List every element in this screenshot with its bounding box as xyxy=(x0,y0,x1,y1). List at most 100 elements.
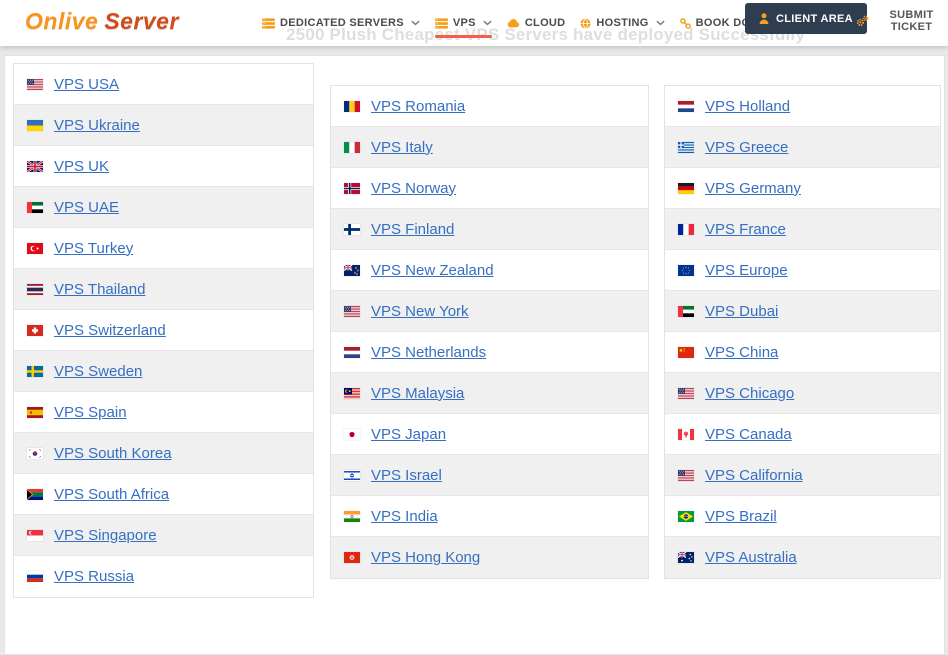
flag-switzerland-icon xyxy=(27,324,43,336)
flag-spain-icon xyxy=(27,406,43,418)
flag-germany-icon xyxy=(678,182,694,194)
vps-row: VPS New York xyxy=(331,291,648,332)
vps-link[interactable]: VPS Switzerland xyxy=(54,322,166,339)
logo-text-2: Server xyxy=(104,8,179,34)
flag-netherlands-icon xyxy=(678,100,694,112)
nav-item-vps[interactable]: VPS xyxy=(434,13,492,38)
client-area-label: CLIENT AREA xyxy=(776,12,853,25)
server-icon xyxy=(434,17,448,29)
vps-link[interactable]: VPS France xyxy=(705,221,786,238)
vps-row: VPS Italy xyxy=(331,127,648,168)
vps-link[interactable]: VPS Brazil xyxy=(705,508,777,525)
nav-item-dedicated-servers[interactable]: DEDICATED SERVERS xyxy=(262,13,420,33)
client-area-button[interactable]: CLIENT AREA xyxy=(745,3,867,34)
vps-link[interactable]: VPS UK xyxy=(54,158,109,175)
vps-column-1: VPS USA VPS Ukraine VPS UK VPS UAE VPS T… xyxy=(13,63,314,598)
flag-usa-icon xyxy=(344,305,360,317)
vps-row: VPS Germany xyxy=(665,168,940,209)
vps-row: VPS Japan xyxy=(331,414,648,455)
link-icon xyxy=(679,17,691,29)
vps-link[interactable]: VPS New York xyxy=(371,303,469,320)
vps-link[interactable]: VPS Australia xyxy=(705,549,797,566)
flag-china-icon xyxy=(678,346,694,358)
flag-uae-icon xyxy=(678,305,694,317)
vps-link[interactable]: VPS Hong Kong xyxy=(371,549,480,566)
vps-row: VPS Canada xyxy=(665,414,940,455)
vps-row: VPS Greece xyxy=(665,127,940,168)
flag-romania-icon xyxy=(344,100,360,112)
submit-ticket-button[interactable]: SUBMIT TICKET xyxy=(856,9,948,33)
flag-france-icon xyxy=(678,223,694,235)
vps-column-2: VPS Romania VPS Italy VPS Norway VPS Fin… xyxy=(330,85,649,579)
logo-text-1: Onlive xyxy=(25,8,99,34)
nav-label: CLOUD xyxy=(524,17,566,29)
flag-singapore-icon xyxy=(27,529,43,541)
vps-link[interactable]: VPS Ukraine xyxy=(54,117,140,134)
gears-icon xyxy=(856,15,869,27)
cloud-icon xyxy=(507,18,520,28)
flag-norway-icon xyxy=(344,182,360,194)
vps-link[interactable]: VPS Thailand xyxy=(54,281,145,298)
flag-usa-icon xyxy=(678,469,694,481)
vps-link[interactable]: VPS New Zealand xyxy=(371,262,494,279)
flag-ukraine-icon xyxy=(27,119,43,131)
nav-item-hosting[interactable]: HOSTING xyxy=(580,13,665,33)
vps-row: VPS Ukraine xyxy=(14,105,313,146)
vps-row: VPS Finland xyxy=(331,209,648,250)
submit-ticket-label: SUBMIT TICKET xyxy=(889,9,934,33)
vps-link[interactable]: VPS Malaysia xyxy=(371,385,464,402)
vps-link[interactable]: VPS South Africa xyxy=(54,486,169,503)
vps-link[interactable]: VPS South Korea xyxy=(54,445,172,462)
nav-item-cloud[interactable]: CLOUD xyxy=(507,13,566,33)
main-nav: DEDICATED SERVERS VPS CLOUD HOSTING BOOK… xyxy=(262,0,787,46)
vps-row: VPS UAE xyxy=(14,187,313,228)
flag-uk-icon xyxy=(27,160,43,172)
vps-link[interactable]: VPS Finland xyxy=(371,221,454,238)
vps-link[interactable]: VPS Romania xyxy=(371,98,465,115)
vps-link[interactable]: VPS Spain xyxy=(54,404,127,421)
vps-link[interactable]: VPS Canada xyxy=(705,426,792,443)
vps-row: VPS Russia xyxy=(14,556,313,597)
flag-italy-icon xyxy=(344,141,360,153)
vps-link[interactable]: VPS USA xyxy=(54,76,119,93)
vps-link[interactable]: VPS Netherlands xyxy=(371,344,486,361)
vps-link[interactable]: VPS Turkey xyxy=(54,240,133,257)
flag-new-zealand-icon xyxy=(344,264,360,276)
vps-row: VPS New Zealand xyxy=(331,250,648,291)
vps-column-3: VPS Holland VPS Greece VPS Germany VPS F… xyxy=(664,85,941,579)
flag-netherlands-icon xyxy=(344,346,360,358)
vps-row: VPS USA xyxy=(14,64,313,105)
vps-link[interactable]: VPS Holland xyxy=(705,98,790,115)
vps-link[interactable]: VPS India xyxy=(371,508,438,525)
vps-row: VPS Holland xyxy=(665,86,940,127)
vps-row: VPS Australia xyxy=(665,537,940,578)
vps-link[interactable]: VPS California xyxy=(705,467,803,484)
vps-row: VPS China xyxy=(665,332,940,373)
vps-link[interactable]: VPS Chicago xyxy=(705,385,794,402)
vps-link[interactable]: VPS UAE xyxy=(54,199,119,216)
vps-link[interactable]: VPS Dubai xyxy=(705,303,778,320)
flag-eu-icon xyxy=(678,264,694,276)
vps-link[interactable]: VPS Europe xyxy=(705,262,788,279)
vps-link[interactable]: VPS Russia xyxy=(54,568,134,585)
flag-finland-icon xyxy=(344,223,360,235)
flag-hong-kong-icon xyxy=(344,552,360,563)
vps-link[interactable]: VPS Israel xyxy=(371,467,442,484)
vps-row: VPS India xyxy=(331,496,648,537)
vps-row: VPS Europe xyxy=(665,250,940,291)
vps-link[interactable]: VPS Germany xyxy=(705,180,801,197)
vps-link[interactable]: VPS Norway xyxy=(371,180,456,197)
vps-link[interactable]: VPS Italy xyxy=(371,139,433,156)
vps-link[interactable]: VPS China xyxy=(705,344,778,361)
flag-thailand-icon xyxy=(27,283,43,295)
site-logo[interactable]: Onlive Server xyxy=(25,8,179,35)
vps-link[interactable]: VPS Singapore xyxy=(54,527,157,544)
vps-row: VPS Thailand xyxy=(14,269,313,310)
vps-row: VPS Romania xyxy=(331,86,648,127)
flag-usa-icon xyxy=(678,387,694,399)
vps-link[interactable]: VPS Japan xyxy=(371,426,446,443)
vps-link[interactable]: VPS Sweden xyxy=(54,363,142,380)
chevron-down-icon xyxy=(483,20,492,26)
vps-link[interactable]: VPS Greece xyxy=(705,139,788,156)
vps-row: VPS Sweden xyxy=(14,351,313,392)
